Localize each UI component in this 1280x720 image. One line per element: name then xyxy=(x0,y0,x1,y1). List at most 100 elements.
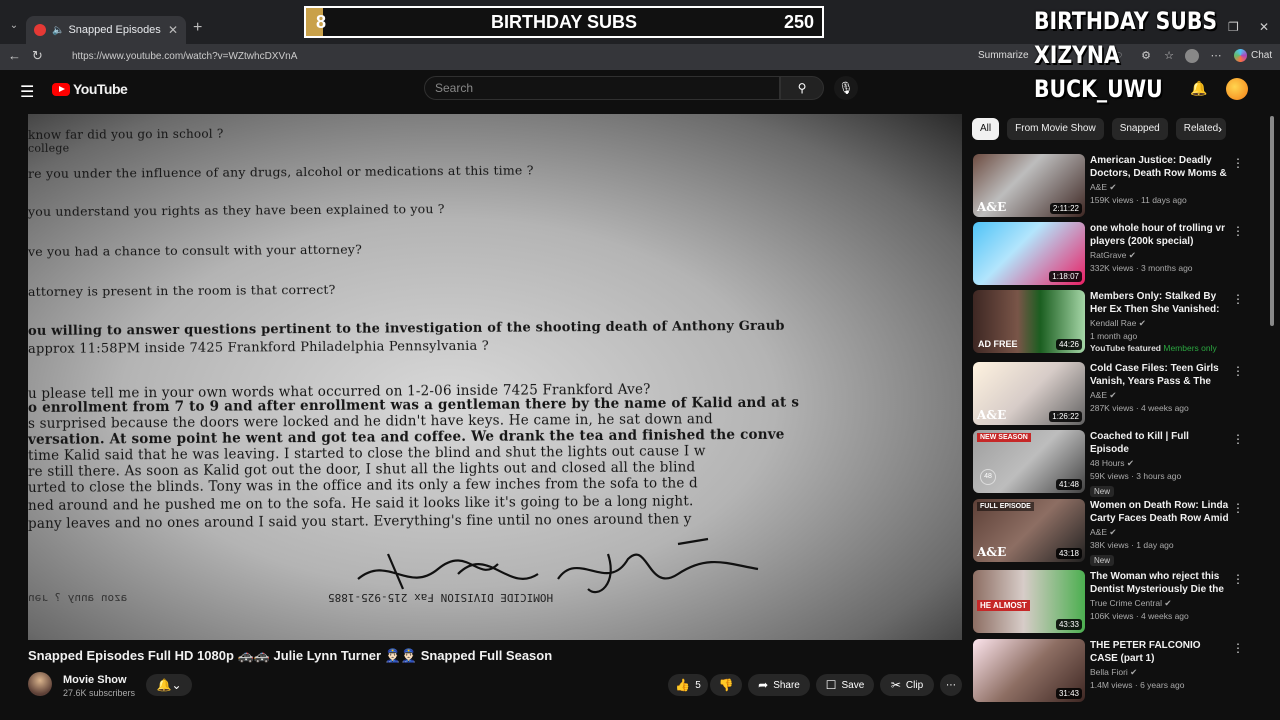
summarize-button[interactable]: Summarize xyxy=(978,50,1029,61)
video-meta: 59K views · 3 hours ago xyxy=(1090,471,1182,481)
more-actions-button[interactable]: ⋯ xyxy=(940,674,962,696)
recommended-video[interactable]: A&E 2:11:22 American Justice: Deadly Docto… xyxy=(973,154,1273,218)
sub-goal-label: BIRTHDAY SUBS xyxy=(490,11,638,32)
channel-name[interactable]: A&E ✔ xyxy=(1090,390,1230,401)
video-thumbnail[interactable]: 31:43 xyxy=(973,639,1085,702)
search-input[interactable]: Search xyxy=(424,76,780,100)
verified-icon: ✔ xyxy=(1138,318,1146,328)
filter-chips: All From Movie Show Snapped Related xyxy=(972,118,1227,142)
youtube-logo[interactable]: YouTube xyxy=(52,81,128,97)
channel-name[interactable]: RatGrave ✔ xyxy=(1090,250,1230,261)
channel-label: Kendall Rae xyxy=(1090,318,1137,328)
channel-name[interactable]: Movie Show xyxy=(63,674,127,686)
video-thumbnail[interactable]: A&E 1:26:22 xyxy=(973,362,1085,425)
new-tab-icon[interactable]: + xyxy=(193,19,202,37)
clip-button[interactable]: ✂ Clip xyxy=(880,674,934,696)
more-options-icon[interactable]: ⋮ xyxy=(1232,224,1244,238)
menu-icon[interactable]: ☰ xyxy=(20,82,34,102)
video-duration: 43:18 xyxy=(1055,548,1082,559)
video-title[interactable]: Members Only: Stalked By Her Ex Then She… xyxy=(1090,290,1230,316)
like-button[interactable]: 👍 5 xyxy=(668,674,708,696)
more-options-icon[interactable]: ⋮ xyxy=(1232,364,1244,378)
channel-name[interactable]: Kendall Rae ✔ xyxy=(1090,318,1230,329)
more-options-icon[interactable]: ⋮ xyxy=(1232,292,1244,306)
speaker-icon[interactable]: 🔈 xyxy=(52,25,64,36)
channel-name[interactable]: Bella Fiori ✔ xyxy=(1090,667,1230,678)
verified-icon: ✔ xyxy=(1128,250,1136,260)
video-badges: YouTube featured Members only xyxy=(1090,343,1230,353)
video-info: Members Only: Stalked By Her Ex Then She… xyxy=(1090,290,1230,353)
video-duration: 1:18:07 xyxy=(1049,271,1082,282)
video-thumbnail[interactable]: HE ALMOST 43:33 xyxy=(973,570,1085,633)
48-hours-logo: 48 xyxy=(980,469,996,485)
channel-name[interactable]: A&E ✔ xyxy=(1090,527,1230,538)
close-tab-icon[interactable]: ✕ xyxy=(168,23,178,37)
youtube-play-icon xyxy=(52,82,70,96)
video-title[interactable]: Coached to Kill | Full Episode xyxy=(1090,430,1230,456)
video-thumbnail[interactable]: A&E 2:11:22 xyxy=(973,154,1085,217)
chip-snapped[interactable]: Snapped xyxy=(1111,118,1168,140)
document-text-line: college xyxy=(28,141,70,155)
back-icon[interactable]: ← xyxy=(8,48,21,63)
clip-label: Clip xyxy=(905,679,924,691)
browser-tab[interactable]: 🔈 Snapped Episodes Full HD 10... ✕ xyxy=(26,16,186,44)
chevron-right-icon[interactable]: › xyxy=(1218,122,1222,136)
chip-from-movie-show[interactable]: From Movie Show xyxy=(1007,118,1104,140)
video-meta: 159K views · 11 days ago xyxy=(1090,195,1187,205)
copilot-chat-button[interactable]: Chat xyxy=(1234,49,1272,62)
save-label: Save xyxy=(841,679,865,691)
dislike-button[interactable]: 👎 xyxy=(710,674,742,696)
more-options-icon[interactable]: ⋮ xyxy=(1232,156,1244,170)
more-options-icon[interactable]: ⋮ xyxy=(1232,641,1244,655)
more-options-icon[interactable]: ⋮ xyxy=(1232,501,1244,515)
video-title[interactable]: one whole hour of trolling vr players (2… xyxy=(1090,222,1230,248)
video-meta: 106K views · 4 weeks ago xyxy=(1090,611,1189,621)
channel-name[interactable]: True Crime Central ✔ xyxy=(1090,598,1230,609)
share-button[interactable]: ➦ Share xyxy=(748,674,810,696)
channel-label: A&E xyxy=(1090,182,1108,192)
video-thumbnail[interactable]: FULL EPISODE A&E 43:18 xyxy=(973,499,1085,562)
more-options-icon[interactable]: ⋮ xyxy=(1232,432,1244,446)
tab-search-icon[interactable]: ⌄ xyxy=(6,20,22,36)
voice-search-icon[interactable]: 🎙 xyxy=(834,76,858,100)
channel-name[interactable]: A&E ✔ xyxy=(1090,182,1230,193)
logo-text: YouTube xyxy=(73,81,128,97)
recommended-video[interactable]: 1:18:07 one whole hour of trolling vr pla… xyxy=(973,222,1273,286)
video-title[interactable]: THE PETER FALCONIO CASE (part 1) xyxy=(1090,639,1230,665)
recommended-video[interactable]: 31:43 THE PETER FALCONIO CASE (part 1) Bel… xyxy=(973,639,1273,703)
save-button[interactable]: ☐ Save xyxy=(816,674,874,696)
ae-logo: A&E xyxy=(977,200,1007,214)
reload-icon[interactable]: ↻ xyxy=(32,48,43,64)
recommended-video[interactable]: A&E 1:26:22 Cold Case Files: Teen Girls Va… xyxy=(973,362,1273,426)
channel-name[interactable]: 48 Hours ✔ xyxy=(1090,458,1230,469)
recommended-video[interactable]: FULL EPISODE A&E 43:18 Women on Death Row: … xyxy=(973,499,1273,566)
more-options-icon[interactable]: ⋮ xyxy=(1232,572,1244,586)
video-thumbnail[interactable]: NEW SEASON 48 41:48 xyxy=(973,430,1085,493)
chip-all[interactable]: All xyxy=(972,118,1000,140)
video-thumbnail[interactable]: 1:18:07 xyxy=(973,222,1085,285)
recommended-video[interactable]: NEW SEASON 48 41:48 Coached to Kill | Full … xyxy=(973,430,1273,497)
sidebar-scrollbar[interactable] xyxy=(1270,116,1274,326)
channel-avatar[interactable] xyxy=(28,672,52,696)
channel-label: A&E xyxy=(1090,390,1108,400)
video-thumbnail[interactable]: AD FREE 44:26 xyxy=(973,290,1085,353)
video-title[interactable]: American Justice: Deadly Doctors, Death … xyxy=(1090,154,1230,180)
close-window-icon[interactable]: ✕ xyxy=(1259,20,1269,34)
notification-bell-button[interactable]: 🔔⌄ xyxy=(146,674,192,696)
video-title[interactable]: Women on Death Row: Linda Carty Faces De… xyxy=(1090,499,1230,525)
video-title[interactable]: The Woman who reject this Dentist Myster… xyxy=(1090,570,1230,596)
channel-label: A&E xyxy=(1090,527,1108,537)
video-info: American Justice: Deadly Doctors, Death … xyxy=(1090,154,1230,205)
channel-label: 48 Hours xyxy=(1090,458,1125,468)
search-button[interactable]: ⚲ xyxy=(780,76,824,100)
video-title[interactable]: Cold Case Files: Teen Girls Vanish, Year… xyxy=(1090,362,1230,388)
video-player[interactable]: know far did you go in school ? college re… xyxy=(28,114,962,640)
recommended-video[interactable]: HE ALMOST 43:33 The Woman who reject this … xyxy=(973,570,1273,634)
video-duration: 43:33 xyxy=(1055,619,1082,630)
like-count: 5 xyxy=(695,679,701,691)
video-meta: 332K views · 3 months ago xyxy=(1090,263,1193,273)
video-meta: 1 month ago xyxy=(1090,331,1138,341)
url-field[interactable]: https://www.youtube.com/watch?v=WZtwhcDX… xyxy=(58,47,958,67)
video-meta: 38K views · 1 day ago xyxy=(1090,540,1174,550)
recommended-video[interactable]: AD FREE 44:26 Members Only: Stalked By Her… xyxy=(973,290,1273,354)
